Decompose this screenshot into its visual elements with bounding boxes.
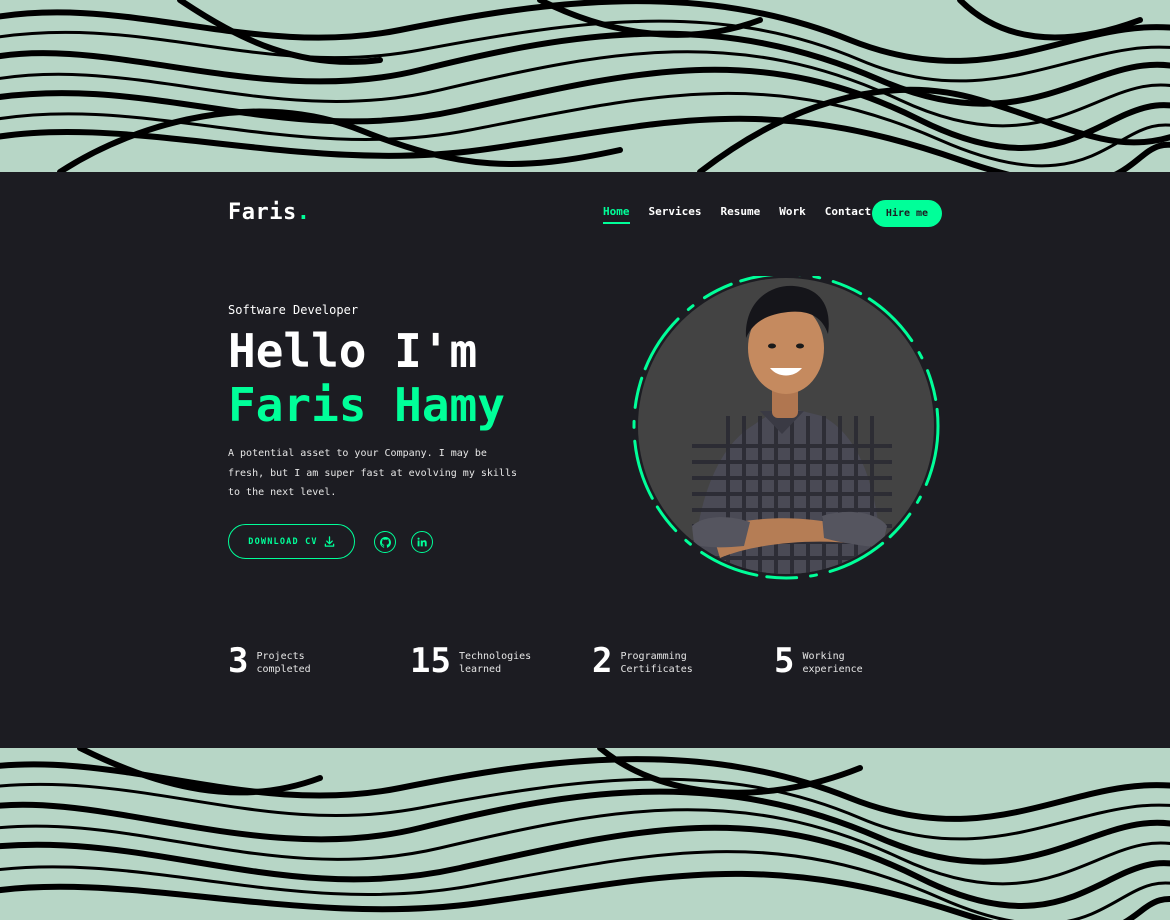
download-icon <box>324 536 335 547</box>
stat-technologies: 15 Technologies learned <box>410 642 539 680</box>
stat-label: Technologies learned <box>458 651 532 675</box>
main-nav: Home Services Resume Work Contact <box>603 205 890 224</box>
stat-certificates: 2 Programming Certificates <box>592 642 700 680</box>
stat-value: 5 <box>774 641 795 681</box>
stat-value: 15 <box>410 641 451 681</box>
wave-background-top <box>0 0 1170 172</box>
wave-background-bottom <box>0 748 1170 920</box>
stat-experience: 5 Working experience <box>774 642 882 680</box>
stat-value: 3 <box>228 641 249 681</box>
nav-item-services[interactable]: Services <box>649 205 702 224</box>
role-subtitle: Software Developer <box>228 303 359 317</box>
nav-item-home[interactable]: Home <box>603 205 630 224</box>
nav-item-resume[interactable]: Resume <box>720 205 760 224</box>
name-heading: Faris Hamy <box>228 378 505 432</box>
github-link[interactable] <box>374 531 396 553</box>
nav-item-contact[interactable]: Contact <box>825 205 871 224</box>
github-icon <box>379 536 391 548</box>
logo-text: Faris <box>228 200 297 225</box>
logo-dot: . <box>296 200 311 225</box>
download-cv-button[interactable]: DOWNLOAD CV <box>228 524 355 559</box>
linkedin-icon <box>417 537 427 547</box>
site-logo[interactable]: Faris. <box>228 200 310 225</box>
stat-label: Working experience <box>802 651 863 675</box>
profile-photo <box>632 276 940 580</box>
linkedin-link[interactable] <box>411 531 433 553</box>
nav-item-work[interactable]: Work <box>779 205 806 224</box>
intro-description: A potential asset to your Company. I may… <box>228 448 517 498</box>
stat-projects: 3 Projects completed <box>228 642 336 680</box>
hire-me-button[interactable]: Hire me <box>872 200 942 227</box>
download-cv-label: DOWNLOAD CV <box>248 536 318 547</box>
stat-value: 2 <box>592 641 613 681</box>
stat-label: Programming Certificates <box>620 651 693 675</box>
greeting-heading: Hello I'm <box>228 324 478 378</box>
stat-label: Projects completed <box>256 651 311 675</box>
hero-panel: Faris. Home Services Resume Work Contact… <box>0 172 1170 748</box>
